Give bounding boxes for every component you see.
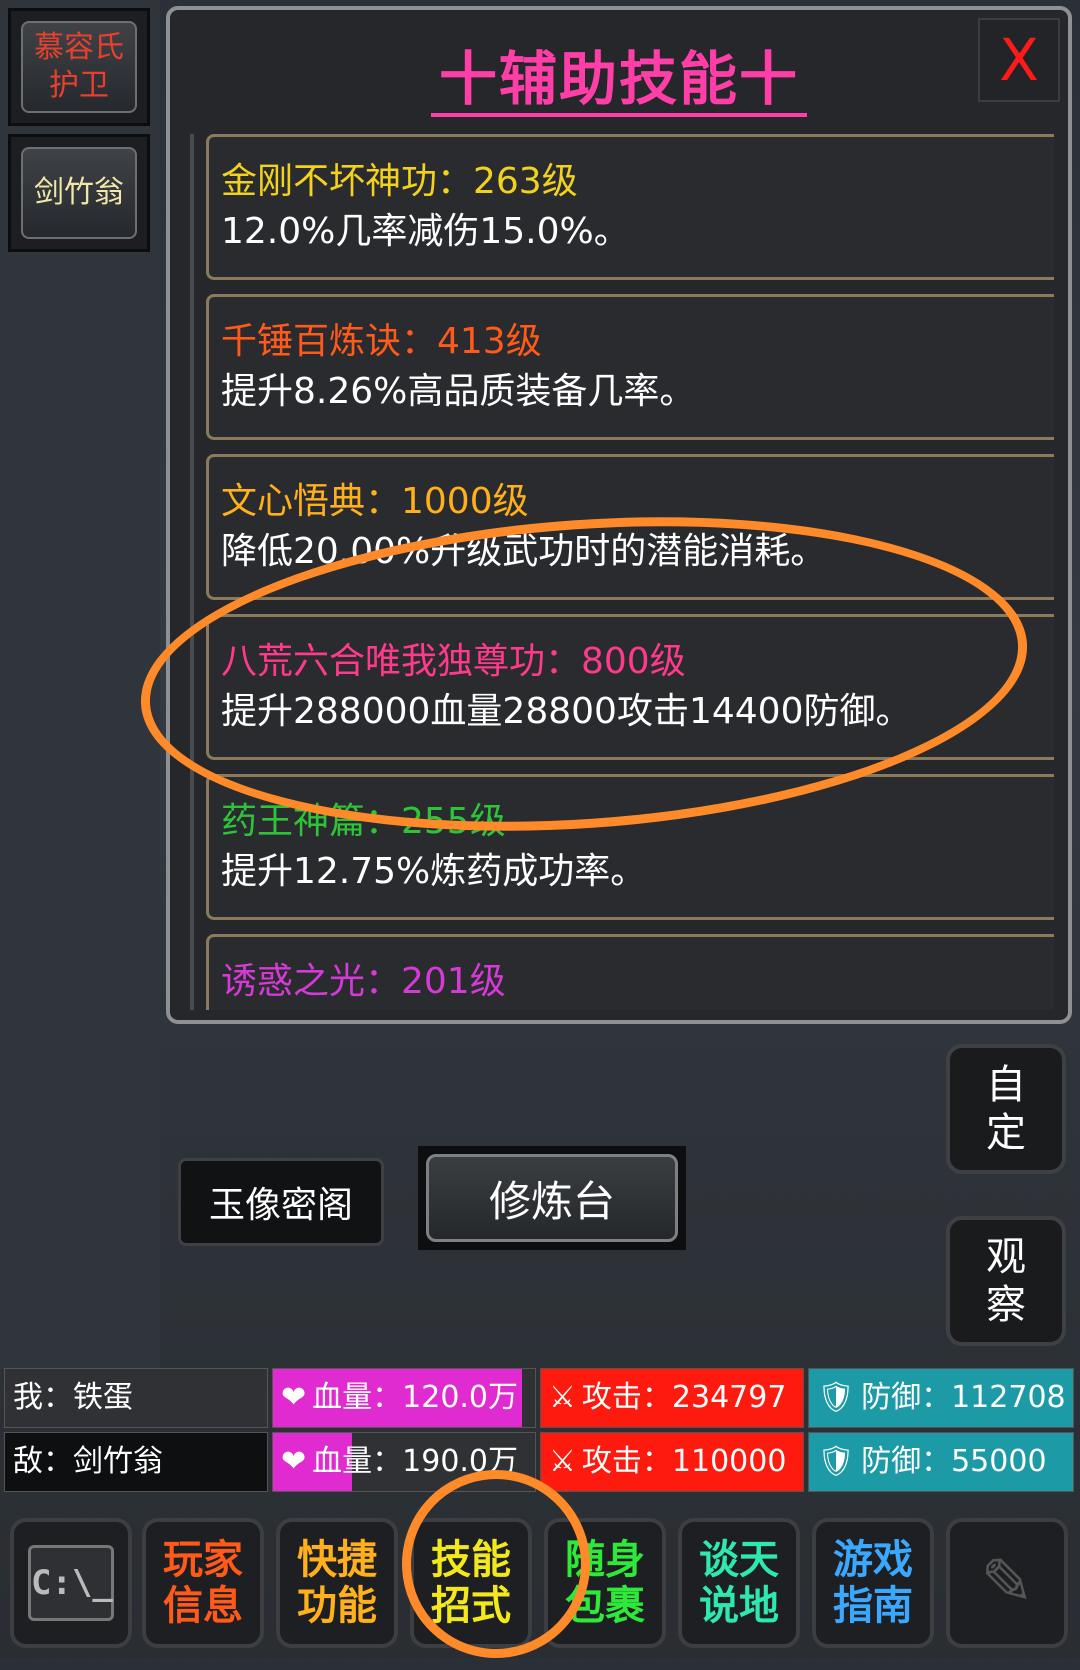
skill-item: 八荒六合唯我独尊功：800级 提升288000血量28800攻击14400防御。: [206, 614, 1054, 760]
skill-item: 文心悟典：1000级 降低20.00%升级武功时的潜能消耗。: [206, 454, 1054, 600]
skill-item: 诱惑之光：201级: [206, 934, 1054, 1010]
battle-stats: 我：铁蛋 ❤ 血量：120.0万 ⚔ 攻击：234797 🛡 防御：112708 敌：…: [4, 1368, 1076, 1496]
my-defense: 🛡 防御：112708: [808, 1368, 1074, 1428]
skill-item: 千锤百炼诀：413级 提升8.26%高品质装备几率。: [206, 294, 1054, 440]
my-attack-value: 攻击：234797: [581, 1380, 787, 1415]
heart-icon: ❤: [281, 1380, 307, 1415]
bottom-nav: C:\_ 玩家信息 快捷功能 技能招式 随身包裹 谈天说地 游戏指南 ✎: [0, 1508, 1080, 1658]
swords-icon: ⚔: [549, 1444, 576, 1479]
skill-name: 诱惑之光：201级: [221, 961, 506, 1002]
nav-player-info[interactable]: 玩家信息: [142, 1518, 264, 1648]
skill-item: 药王神篇：255级 提升12.75%炼药成功率。: [206, 774, 1054, 920]
training-platform-label: 修炼台: [426, 1154, 678, 1242]
nav-inventory[interactable]: 随身包裹: [544, 1518, 666, 1648]
nav-chat[interactable]: 谈天说地: [678, 1518, 800, 1648]
swords-icon: ⚔: [549, 1380, 576, 1415]
enemy-name: 敌：剑竹翁: [4, 1432, 268, 1492]
auxiliary-skills-panel: 十辅助技能十 X 金刚不坏神功：263级 12.0%几率减伤15.0%。 千锤百…: [166, 6, 1072, 1024]
my-defense-value: 防御：112708: [861, 1380, 1066, 1415]
shield-icon: 🛡: [817, 1444, 856, 1479]
side-tab-jianzhuweng[interactable]: 剑竹翁: [8, 134, 150, 252]
skill-desc: 降低20.00%升级武功时的潜能消耗。: [221, 531, 827, 572]
side-tab-murong-guard[interactable]: 慕容氏护卫: [8, 8, 150, 126]
skill-desc: 12.0%几率减伤15.0%。: [221, 211, 630, 252]
nav-label: 技能招式: [431, 1537, 511, 1629]
nav-label: 谈天说地: [699, 1537, 779, 1629]
skill-desc: 提升288000血量28800攻击14400防御。: [221, 691, 912, 732]
enemy-hp: ❤ 血量：190.0万: [272, 1432, 536, 1492]
my-hp-value: 血量：120.0万: [312, 1380, 519, 1415]
skill-item: 金刚不坏神功：263级 12.0%几率减伤15.0%。: [206, 134, 1054, 280]
console-icon: C:\_: [28, 1545, 114, 1621]
skill-list[interactable]: 金刚不坏神功：263级 12.0%几率减伤15.0%。 千锤百炼诀：413级 提…: [190, 134, 1054, 1010]
my-hp: ❤ 血量：120.0万: [272, 1368, 536, 1428]
enemy-hp-value: 血量：190.0万: [312, 1444, 519, 1479]
nav-quick-functions[interactable]: 快捷功能: [276, 1518, 398, 1648]
skill-name: 金刚不坏神功：263级: [221, 161, 578, 202]
enemy-attack: ⚔ 攻击：110000: [540, 1432, 804, 1492]
skill-name: 八荒六合唯我独尊功：800级: [221, 641, 686, 682]
enemy-defense-value: 防御：55000: [861, 1444, 1047, 1479]
skill-desc: 提升8.26%高品质装备几率。: [221, 371, 696, 412]
skill-desc: 提升12.75%炼药成功率。: [221, 851, 647, 892]
enemy-attack-value: 攻击：110000: [581, 1444, 787, 1479]
custom-label: 自定: [986, 1062, 1026, 1156]
pen-button[interactable]: ✎: [946, 1518, 1068, 1648]
close-button[interactable]: X: [978, 18, 1060, 102]
my-name: 我：铁蛋: [4, 1368, 268, 1428]
side-tab-label: 剑竹翁: [21, 147, 137, 239]
skill-name: 千锤百炼诀：413级: [221, 321, 542, 362]
shield-icon: 🛡: [817, 1380, 856, 1415]
skill-name: 药王神篇：255级: [221, 801, 506, 842]
observe-label: 观察: [986, 1234, 1026, 1328]
nav-game-guide[interactable]: 游戏指南: [812, 1518, 934, 1648]
yuxiang-pavilion-button[interactable]: 玉像密阁: [178, 1158, 384, 1246]
side-tab-label: 慕容氏护卫: [21, 21, 137, 113]
my-attack: ⚔ 攻击：234797: [540, 1368, 804, 1428]
training-platform-button[interactable]: 修炼台: [418, 1146, 686, 1250]
pen-icon: ✎: [980, 1546, 1034, 1620]
nav-label: 玩家信息: [163, 1537, 243, 1629]
console-button[interactable]: C:\_: [10, 1518, 132, 1648]
observe-button[interactable]: 观察: [946, 1216, 1066, 1346]
heart-icon: ❤: [281, 1444, 307, 1479]
custom-button[interactable]: 自定: [946, 1044, 1066, 1174]
enemy-defense: 🛡 防御：55000: [808, 1432, 1074, 1492]
skill-name: 文心悟典：1000级: [221, 481, 529, 522]
nav-skills-moves[interactable]: 技能招式: [410, 1518, 532, 1648]
nav-label: 随身包裹: [565, 1537, 645, 1629]
nav-label: 游戏指南: [833, 1537, 913, 1629]
nav-label: 快捷功能: [297, 1537, 377, 1629]
panel-title: 十辅助技能十: [170, 32, 1068, 117]
